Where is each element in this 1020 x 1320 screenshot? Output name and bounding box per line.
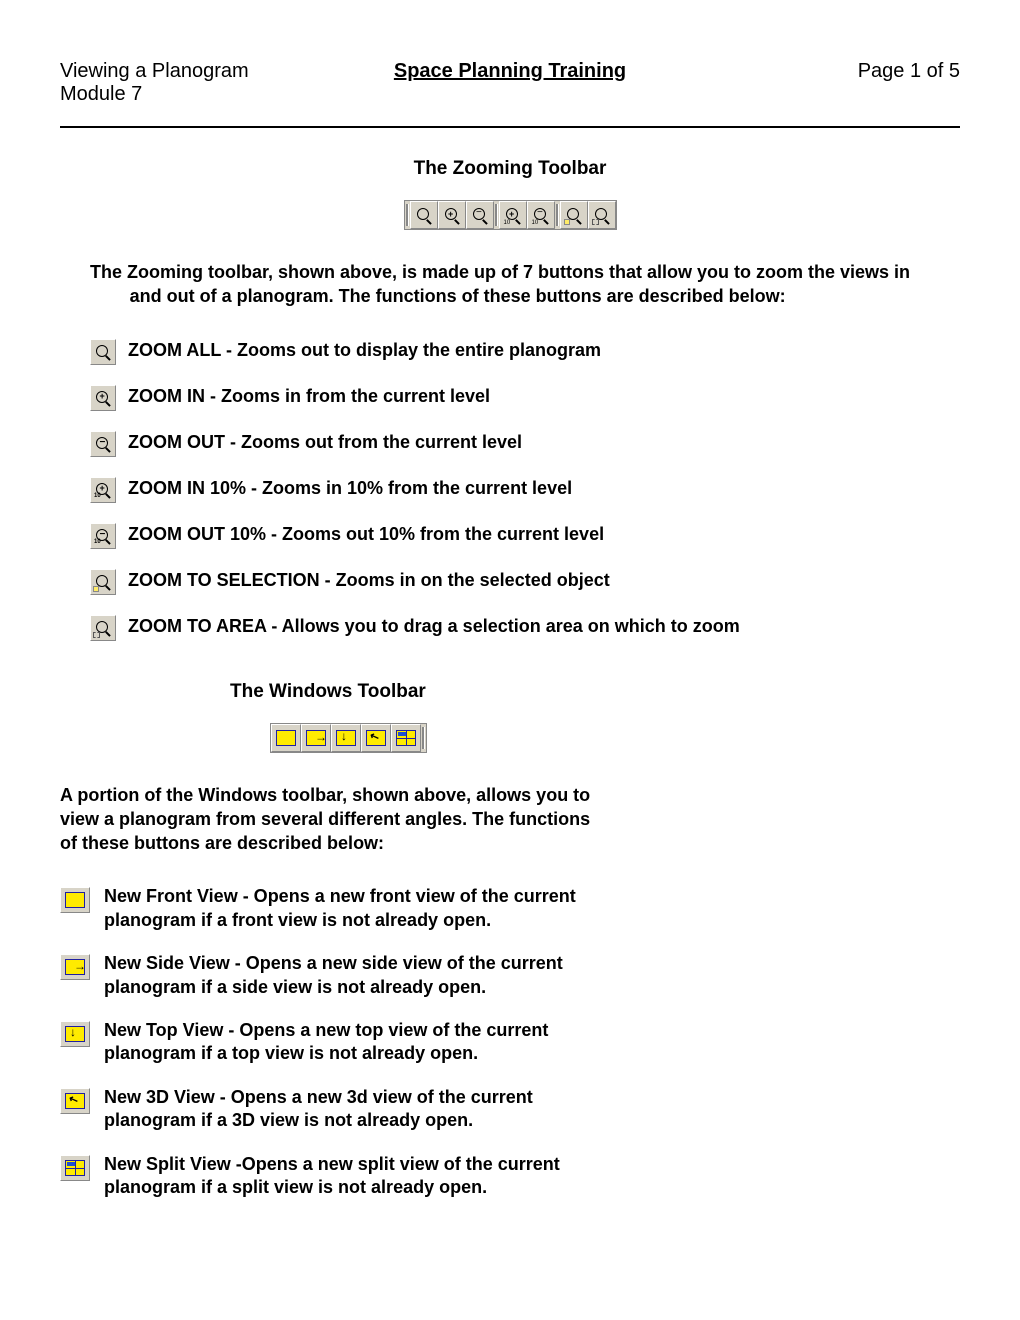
zoom-out-button[interactable] bbox=[466, 201, 494, 229]
front-view-button[interactable] bbox=[271, 724, 301, 752]
windows-item: New Side View - Opens a new side view of… bbox=[60, 952, 960, 999]
zoom-in-icon bbox=[90, 385, 116, 411]
zoom-item-text: ZOOM IN - Zooms in from the current leve… bbox=[128, 385, 490, 408]
zoom-item-text: ZOOM ALL - Zooms out to display the enti… bbox=[128, 339, 601, 362]
windows-item: New 3D View - Opens a new 3d view of the… bbox=[60, 1086, 960, 1133]
zoom-to-area-icon bbox=[90, 615, 116, 641]
zoom-item: ZOOM IN - Zooms in from the current leve… bbox=[90, 385, 960, 411]
zoom-in-10-button[interactable]: 10 bbox=[499, 201, 527, 229]
windows-item: New Top View - Opens a new top view of t… bbox=[60, 1019, 960, 1066]
header-doc-title: Viewing a Planogram bbox=[60, 60, 317, 83]
threed-view-icon bbox=[60, 1088, 90, 1114]
zoom-in-button[interactable] bbox=[438, 201, 466, 229]
zoom-intro-text: The Zooming toolbar, shown above, is mad… bbox=[90, 260, 930, 309]
zoom-item: ZOOM TO AREA - Allows you to drag a sele… bbox=[90, 615, 960, 641]
zoom-out-10-button[interactable]: 10 bbox=[527, 201, 555, 229]
windows-item-text: New Split View -Opens a new split view o… bbox=[104, 1153, 604, 1200]
page-header: Viewing a Planogram Module 7 Space Plann… bbox=[60, 60, 960, 106]
zoom-items-list: ZOOM ALL - Zooms out to display the enti… bbox=[90, 339, 960, 641]
zoom-item: ZOOM ALL - Zooms out to display the enti… bbox=[90, 339, 960, 365]
split-view-icon bbox=[60, 1155, 90, 1181]
zoom-section-title: The Zooming Toolbar bbox=[60, 158, 960, 180]
zoom-item-text: ZOOM OUT 10% - Zooms out 10% from the cu… bbox=[128, 523, 604, 546]
windows-toolbar-figure bbox=[270, 723, 960, 753]
windows-intro-text: A portion of the Windows toolbar, shown … bbox=[60, 783, 600, 856]
zoom-to-selection-icon bbox=[90, 569, 116, 595]
zoom-item-text: ZOOM OUT - Zooms out from the current le… bbox=[128, 431, 522, 454]
zoom-item: 10 ZOOM IN 10% - Zooms in 10% from the c… bbox=[90, 477, 960, 503]
zoom-item: ZOOM TO SELECTION - Zooms in on the sele… bbox=[90, 569, 960, 595]
top-view-icon bbox=[60, 1021, 90, 1047]
zoom-in-10-icon: 10 bbox=[90, 477, 116, 503]
windows-item-text: New Top View - Opens a new top view of t… bbox=[104, 1019, 604, 1066]
header-left: Viewing a Planogram Module 7 bbox=[60, 60, 317, 106]
side-view-icon bbox=[60, 954, 90, 980]
header-divider bbox=[60, 126, 960, 128]
windows-items-list: New Front View - Opens a new front view … bbox=[60, 885, 960, 1199]
windows-section-title: The Windows Toolbar bbox=[230, 681, 960, 703]
zoom-item-text: ZOOM TO SELECTION - Zooms in on the sele… bbox=[128, 569, 610, 592]
zoom-to-area-button[interactable] bbox=[588, 201, 616, 229]
header-module: Module 7 bbox=[60, 83, 317, 106]
zoom-out-icon bbox=[90, 431, 116, 457]
side-view-button[interactable] bbox=[301, 724, 331, 752]
zoom-out-10-icon: 10 bbox=[90, 523, 116, 549]
zoom-item-text: ZOOM TO AREA - Allows you to drag a sele… bbox=[128, 615, 740, 638]
top-view-button[interactable] bbox=[331, 724, 361, 752]
front-view-icon bbox=[60, 887, 90, 913]
zoom-to-selection-button[interactable] bbox=[560, 201, 588, 229]
header-center-title: Space Planning Training bbox=[317, 60, 703, 83]
threed-view-button[interactable] bbox=[361, 724, 391, 752]
zoom-item: 10 ZOOM OUT 10% - Zooms out 10% from the… bbox=[90, 523, 960, 549]
windows-item: New Split View -Opens a new split view o… bbox=[60, 1153, 960, 1200]
windows-item-text: New Front View - Opens a new front view … bbox=[104, 885, 604, 932]
zoom-toolbar-figure: 10 10 bbox=[60, 200, 960, 230]
zoom-all-button[interactable] bbox=[410, 201, 438, 229]
zoom-item-text: ZOOM IN 10% - Zooms in 10% from the curr… bbox=[128, 477, 572, 500]
windows-item: New Front View - Opens a new front view … bbox=[60, 885, 960, 932]
windows-item-text: New 3D View - Opens a new 3d view of the… bbox=[104, 1086, 604, 1133]
windows-item-text: New Side View - Opens a new side view of… bbox=[104, 952, 604, 999]
zoom-all-icon bbox=[90, 339, 116, 365]
header-page-number: Page 1 of 5 bbox=[703, 60, 960, 83]
zoom-item: ZOOM OUT - Zooms out from the current le… bbox=[90, 431, 960, 457]
split-view-button[interactable] bbox=[391, 724, 421, 752]
